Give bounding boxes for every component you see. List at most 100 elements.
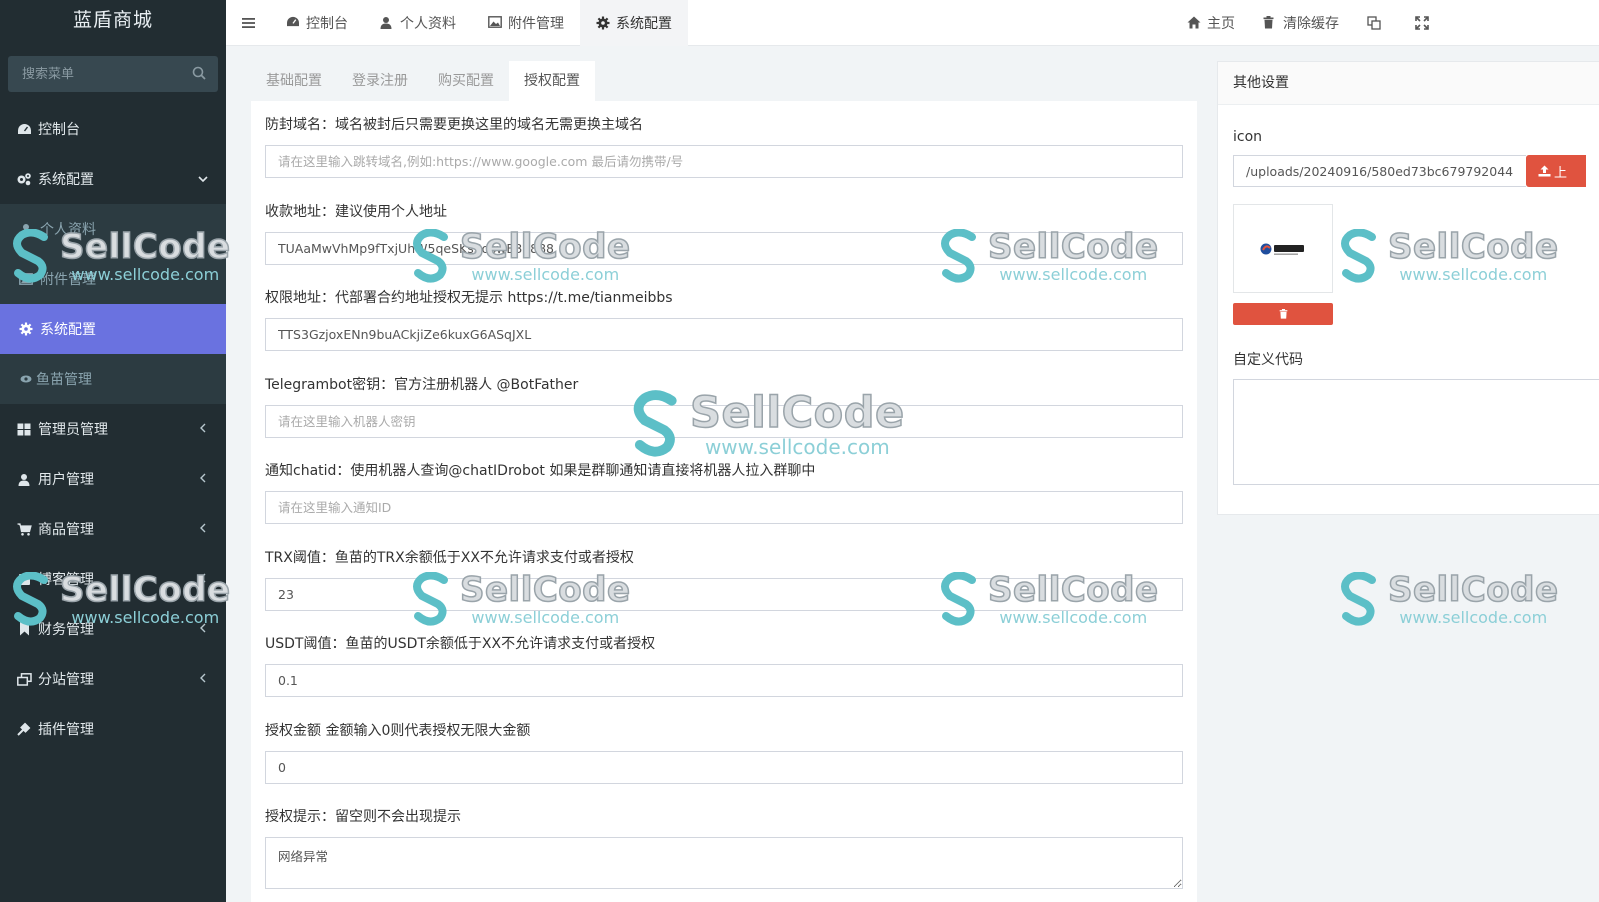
field-receive-address: 收款地址：建议使用个人地址 xyxy=(265,202,1183,287)
watermark-url: www.sellcode.com xyxy=(1399,608,1548,627)
icon-path-input[interactable] xyxy=(1233,155,1526,187)
sidebar-item-label: 附件管理 xyxy=(40,272,96,288)
sellcode-logo-icon xyxy=(1341,572,1376,626)
sidebar-item-label: 鱼苗管理 xyxy=(36,372,92,388)
language-button[interactable] xyxy=(1353,0,1401,46)
home-label: 主页 xyxy=(1207,16,1235,32)
brand-logo-thumbnail xyxy=(1260,243,1304,255)
sidebar-item-label: 商品管理 xyxy=(38,522,94,538)
sidebar-item-label: 分站管理 xyxy=(38,672,94,688)
tab-profile[interactable]: 个人资料 xyxy=(364,0,472,46)
user-icon xyxy=(380,16,394,30)
sidebar-item-blog[interactable]: 博客管理 xyxy=(0,554,226,604)
watermark-brand: SellCode xyxy=(1387,570,1559,610)
cogs-icon xyxy=(16,171,32,187)
icon-upload-row: 上 xyxy=(1233,155,1599,187)
delete-icon-button[interactable] xyxy=(1233,303,1333,325)
tab-login-register[interactable]: 登录注册 xyxy=(337,61,423,101)
field-telegram-bot-key: Telegrambot密钥：官方注册机器人 @BotFather xyxy=(265,375,1183,460)
other-settings-body: icon 上 自定义代码 xyxy=(1218,105,1599,489)
auth-tip-textarea[interactable]: 网络异常 xyxy=(265,837,1183,889)
sidebar: 蓝盾商城 控制台 系统配置 个人资料 附件管理 系统配置 xyxy=(0,0,226,902)
field-label: USDT阈值：鱼苗的USDT余额低于XX不允许请求支付或者授权 xyxy=(265,636,656,652)
gear-icon xyxy=(18,321,34,337)
menu-search-input[interactable] xyxy=(8,56,218,92)
permission-address-input[interactable] xyxy=(265,318,1183,351)
tab-system-config[interactable]: 系统配置 xyxy=(580,0,688,46)
sidebar-item-fish[interactable]: 鱼苗管理 xyxy=(0,354,226,404)
sidebar-item-system-config[interactable]: 系统配置 xyxy=(0,304,226,354)
upload-button[interactable]: 上 xyxy=(1526,155,1586,187)
sidebar-item-admins[interactable]: 管理员管理 xyxy=(0,404,226,454)
sidebar-item-label: 财务管理 xyxy=(38,622,94,638)
sidebar-item-system[interactable]: 系统配置 xyxy=(0,154,226,204)
field-trx-threshold: TRX阈值：鱼苗的TRX余额低于XX不允许请求支付或者授权 xyxy=(265,548,1183,633)
book-icon xyxy=(16,571,32,587)
field-label: 授权提示：留空则不会出现提示 xyxy=(265,809,461,825)
tab-dashboard[interactable]: 控制台 xyxy=(270,0,364,46)
sidebar-item-label: 博客管理 xyxy=(38,572,94,588)
field-label: Telegrambot密钥：官方注册机器人 @BotFather xyxy=(265,376,579,393)
hamburger-icon xyxy=(241,17,255,28)
sidebar-item-label: 个人资料 xyxy=(40,222,96,238)
dashboard-icon xyxy=(286,16,300,30)
chevron-left-icon xyxy=(200,673,206,683)
fullscreen-button[interactable] xyxy=(1401,0,1449,46)
anti-block-domain-input[interactable] xyxy=(265,145,1183,178)
receive-address-input[interactable] xyxy=(265,231,1183,265)
upload-label: 上 xyxy=(1554,165,1568,181)
gear-icon xyxy=(596,16,610,30)
telegram-bot-key-input[interactable] xyxy=(265,404,1183,438)
clear-cache-label: 清除缓存 xyxy=(1283,16,1339,32)
custom-code-label: 自定义代码 xyxy=(1233,352,1303,368)
field-anti-block-domain: 防封域名：域名被封后只需要更换这里的域名无需更换主域名 xyxy=(265,115,1183,200)
field-usdt-threshold: USDT阈值：鱼苗的USDT余额低于XX不允许请求支付或者授权 xyxy=(265,634,1183,719)
topbar-actions: 主页 清除缓存 xyxy=(1173,0,1449,46)
sidebar-item-finance[interactable]: 财务管理 xyxy=(0,604,226,654)
tab-label: 附件管理 xyxy=(508,15,564,32)
field-chat-id: 通知chatid：使用机器人查询@chatIDrobot 如果是群聊通知请直接将… xyxy=(265,461,1183,546)
other-settings-panel: 其他设置 icon 上 自定义代码 xyxy=(1217,61,1599,515)
field-label: 通知chatid：使用机器人查询@chatIDrobot 如果是群聊通知请直接将… xyxy=(265,463,816,479)
windows-icon xyxy=(16,421,32,437)
sidebar-item-plugins[interactable]: 插件管理 xyxy=(0,704,226,754)
sidebar-item-attachments[interactable]: 附件管理 xyxy=(0,254,226,304)
home-link[interactable]: 主页 xyxy=(1173,0,1249,46)
sidebar-toggle-button[interactable] xyxy=(226,0,270,46)
usdt-threshold-input[interactable] xyxy=(265,664,1183,697)
sidebar-item-users[interactable]: 用户管理 xyxy=(0,454,226,504)
trash-icon xyxy=(1279,309,1287,319)
image-icon xyxy=(18,271,34,287)
sidebar-item-label: 系统配置 xyxy=(38,172,94,188)
sidebar-item-substations[interactable]: 分站管理 xyxy=(0,654,226,704)
icon-label: icon xyxy=(1233,129,1263,145)
sidebar-menu: 控制台 系统配置 个人资料 附件管理 系统配置 鱼苗管理 管理员管理 用户管理 … xyxy=(0,104,226,754)
tab-purchase-config[interactable]: 购买配置 xyxy=(423,61,509,101)
sidebar-item-label: 插件管理 xyxy=(38,722,94,738)
tab-label: 控制台 xyxy=(306,15,348,32)
panel-title: 其他设置 xyxy=(1218,62,1599,105)
tab-label: 系统配置 xyxy=(616,15,672,32)
bookmark-icon xyxy=(16,621,32,637)
chat-id-input[interactable] xyxy=(265,491,1183,524)
plug-icon xyxy=(16,721,32,737)
user-icon xyxy=(16,471,32,487)
search-icon[interactable] xyxy=(192,66,206,80)
tab-auth-config[interactable]: 授权配置 xyxy=(509,61,595,101)
sidebar-submenu: 个人资料 附件管理 系统配置 鱼苗管理 xyxy=(0,204,226,404)
sidebar-item-dashboard[interactable]: 控制台 xyxy=(0,104,226,154)
sidebar-item-profile[interactable]: 个人资料 xyxy=(0,204,226,254)
field-label: 防封域名：域名被封后只需要更换这里的域名无需更换主域名 xyxy=(265,117,643,133)
dashboard-icon xyxy=(16,121,32,137)
sidebar-item-products[interactable]: 商品管理 xyxy=(0,504,226,554)
trx-threshold-input[interactable] xyxy=(265,577,1183,611)
auth-amount-input[interactable] xyxy=(265,750,1183,784)
expand-icon xyxy=(1415,16,1429,30)
tab-attachments[interactable]: 附件管理 xyxy=(472,0,580,46)
custom-code-textarea[interactable] xyxy=(1233,379,1599,485)
tab-label: 个人资料 xyxy=(400,15,456,32)
clear-cache-button[interactable]: 清除缓存 xyxy=(1249,0,1353,46)
field-auth-tip: 授权提示：留空则不会出现提示 网络异常 xyxy=(265,807,1183,892)
chevron-left-icon xyxy=(200,473,206,483)
tab-basic-config[interactable]: 基础配置 xyxy=(251,61,337,101)
